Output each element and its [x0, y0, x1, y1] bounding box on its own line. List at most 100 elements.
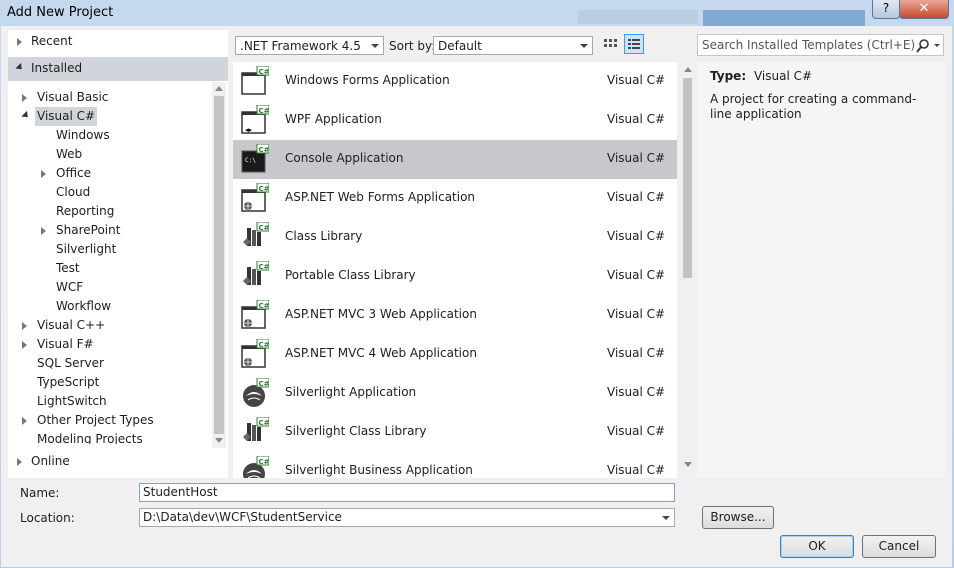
framework-select[interactable]: .NET Framework 4.5 [235, 36, 384, 55]
tree-item[interactable]: Other Project Types [8, 411, 212, 430]
template-row[interactable]: C# Windows Forms Application Visual C# [233, 62, 677, 101]
tree-item[interactable]: Reporting [8, 202, 212, 221]
template-row[interactable]: ◂▸ C# WPF Application Visual C# [233, 101, 677, 140]
template-name: Class Library [285, 229, 363, 243]
expand-arrow-icon[interactable] [41, 170, 46, 178]
background-window-strip [703, 10, 865, 26]
tree-item[interactable]: Visual C++ [8, 316, 212, 335]
tree-item-label: Office [56, 166, 92, 180]
template-list-scrollbar[interactable] [680, 62, 695, 478]
ok-button[interactable]: OK [780, 535, 854, 558]
scroll-down-arrow-icon[interactable] [215, 438, 223, 443]
scroll-up-arrow-icon[interactable] [215, 86, 223, 91]
scroll-down-arrow-icon[interactable] [684, 462, 692, 467]
sort-by-select[interactable]: Default [433, 36, 593, 55]
tree-item-label: Cloud [56, 185, 91, 199]
template-row[interactable]: C# Class Library Visual C# [233, 218, 677, 257]
template-description: A project for creating a command-line ap… [710, 92, 917, 121]
tree-item[interactable]: Cloud [8, 183, 212, 202]
tree-item[interactable]: Silverlight [8, 240, 212, 259]
tree-scroll-thumb[interactable] [214, 96, 224, 434]
tree-item[interactable]: Test [8, 259, 212, 278]
wpf-icon: ◂▸ C# [241, 104, 270, 135]
tree-item-label: LightSwitch [37, 394, 107, 408]
expand-arrow-icon[interactable] [22, 322, 27, 330]
nav-installed[interactable]: Installed [8, 57, 228, 81]
svg-text:◂▸: ◂▸ [245, 126, 253, 134]
template-language: Visual C# [607, 229, 666, 243]
dropdown-arrow-icon[interactable] [662, 516, 670, 520]
expand-arrow-icon[interactable] [22, 341, 27, 349]
template-row[interactable]: C# ASP.NET MVC 4 Web Application Visual C# [233, 335, 677, 374]
expand-arrow-icon[interactable] [17, 38, 22, 46]
tree-item[interactable]: SQL Server [8, 354, 212, 373]
list-view-button[interactable] [624, 34, 644, 54]
tree-item[interactable]: SharePoint [8, 221, 212, 240]
collapse-arrow-icon[interactable] [15, 62, 25, 73]
template-row[interactable]: C# ASP.NET Web Forms Application Visual C# [233, 179, 677, 218]
template-row[interactable]: C# Silverlight Application Visual C# [233, 374, 677, 413]
browse-button[interactable]: Browse... [702, 506, 774, 529]
tree-item[interactable]: Visual C# [8, 107, 212, 126]
csharp-badge: C# [259, 185, 270, 193]
tree-item[interactable]: Modeling Projects [8, 430, 212, 444]
csharp-badge: C# [259, 419, 270, 427]
tree-item[interactable]: Web [8, 145, 212, 164]
tree-item[interactable]: Visual F# [8, 335, 212, 354]
grid-view-icon [604, 39, 617, 47]
tree-item[interactable]: Visual Basic [8, 88, 212, 107]
location-value: D:\Data\dev\WCF\StudentService [143, 510, 342, 524]
tree-item[interactable]: LightSwitch [8, 392, 212, 411]
tree-item[interactable]: Office [8, 164, 212, 183]
template-language: Visual C# [607, 346, 666, 360]
dropdown-arrow-icon [371, 44, 379, 48]
scroll-up-arrow-icon[interactable] [684, 67, 692, 72]
tree-item-label: Visual Basic [37, 90, 109, 104]
search-templates-box[interactable]: Search Installed Templates (Ctrl+E) [697, 34, 944, 56]
nav-recent[interactable]: Recent [8, 32, 228, 51]
cancel-button[interactable]: Cancel [862, 535, 936, 558]
template-language: Visual C# [607, 424, 666, 438]
template-row[interactable]: C# Portable Class Library Visual C# [233, 257, 677, 296]
template-details-panel: Type: Visual C# A project for creating a… [697, 62, 945, 478]
template-language: Visual C# [607, 385, 666, 399]
template-row[interactable]: C:\ C# Console Application Visual C# [233, 140, 677, 179]
medium-icons-view-button[interactable] [600, 34, 620, 54]
template-row[interactable]: C# Silverlight Class Library Visual C# [233, 413, 677, 452]
template-scroll-thumb[interactable] [683, 78, 692, 278]
tree-scrollbar[interactable] [212, 82, 226, 448]
tree-item[interactable]: WCF [8, 278, 212, 297]
expand-arrow-icon[interactable] [22, 417, 27, 425]
title-bar[interactable]: Add New Project ? ✕ [0, 0, 954, 26]
template-row[interactable]: C# ASP.NET MVC 3 Web Application Visual C# [233, 296, 677, 335]
location-label: Location: [20, 511, 75, 525]
expand-arrow-icon[interactable] [17, 458, 22, 466]
tree-item-label: Workflow [56, 299, 112, 313]
windows-forms-icon: C# [241, 65, 270, 96]
template-row[interactable]: C# Silverlight Business Application Visual… [233, 452, 677, 478]
framework-value: .NET Framework 4.5 [240, 39, 361, 53]
collapse-arrow-icon[interactable] [21, 110, 31, 121]
tree-item-label: Silverlight [56, 242, 117, 256]
help-button[interactable]: ? [872, 0, 900, 19]
tree-item[interactable]: Windows [8, 126, 212, 145]
location-input[interactable]: D:\Data\dev\WCF\StudentService [139, 508, 675, 527]
tree-item[interactable]: TypeScript [8, 373, 212, 392]
tree-item-label: Visual F# [37, 337, 94, 351]
template-language: Visual C# [607, 112, 666, 126]
close-button[interactable]: ✕ [899, 0, 949, 19]
expand-arrow-icon[interactable] [41, 227, 46, 235]
tree-item-label: Windows [56, 128, 110, 142]
search-icon[interactable] [915, 37, 941, 55]
tree-item[interactable]: Workflow [8, 297, 212, 316]
search-input[interactable]: Search Installed Templates (Ctrl+E) [702, 38, 915, 52]
project-name-input[interactable]: StudentHost [139, 483, 675, 502]
nav-online[interactable]: Online [8, 452, 226, 471]
dropdown-arrow-icon [580, 44, 588, 48]
expand-arrow-icon[interactable] [22, 94, 27, 102]
template-language: Visual C# [607, 73, 666, 87]
class-library-icon: C# [241, 221, 270, 252]
portable-library-icon: C# [241, 260, 270, 291]
template-name: Silverlight Application [285, 385, 417, 399]
template-name: Windows Forms Application [285, 73, 450, 87]
